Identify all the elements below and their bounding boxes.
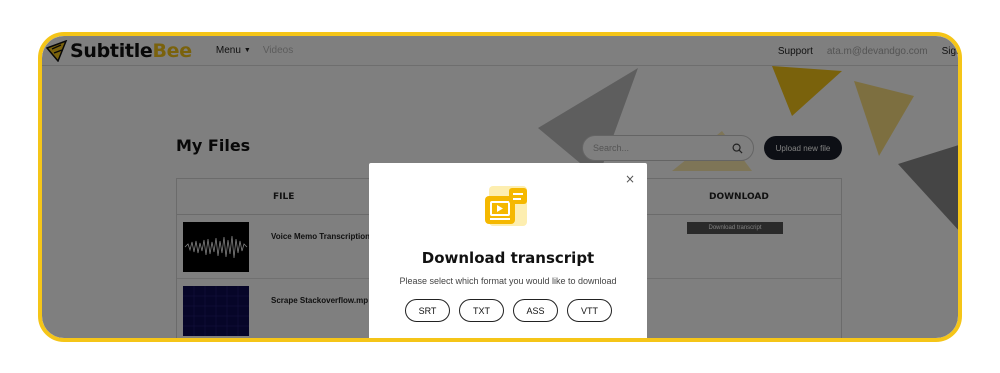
format-vtt-button[interactable]: VTT bbox=[567, 299, 612, 322]
close-icon[interactable]: × bbox=[625, 172, 635, 186]
rounded-frame: SubtitleBee Menu ▼ Videos Support ata.m@… bbox=[38, 32, 962, 342]
download-transcript-modal: × Download transcript Please select whic… bbox=[369, 163, 647, 338]
app-window: SubtitleBee Menu ▼ Videos Support ata.m@… bbox=[42, 36, 958, 338]
format-srt-button[interactable]: SRT bbox=[405, 299, 450, 322]
modal-title: Download transcript bbox=[421, 249, 595, 267]
modal-subtitle: Please select which format you would lik… bbox=[399, 276, 617, 286]
download-transcript-icon bbox=[485, 186, 527, 226]
format-txt-button[interactable]: TXT bbox=[459, 299, 504, 322]
format-ass-button[interactable]: ASS bbox=[513, 299, 558, 322]
format-options: SRT TXT ASS VTT bbox=[405, 299, 612, 322]
